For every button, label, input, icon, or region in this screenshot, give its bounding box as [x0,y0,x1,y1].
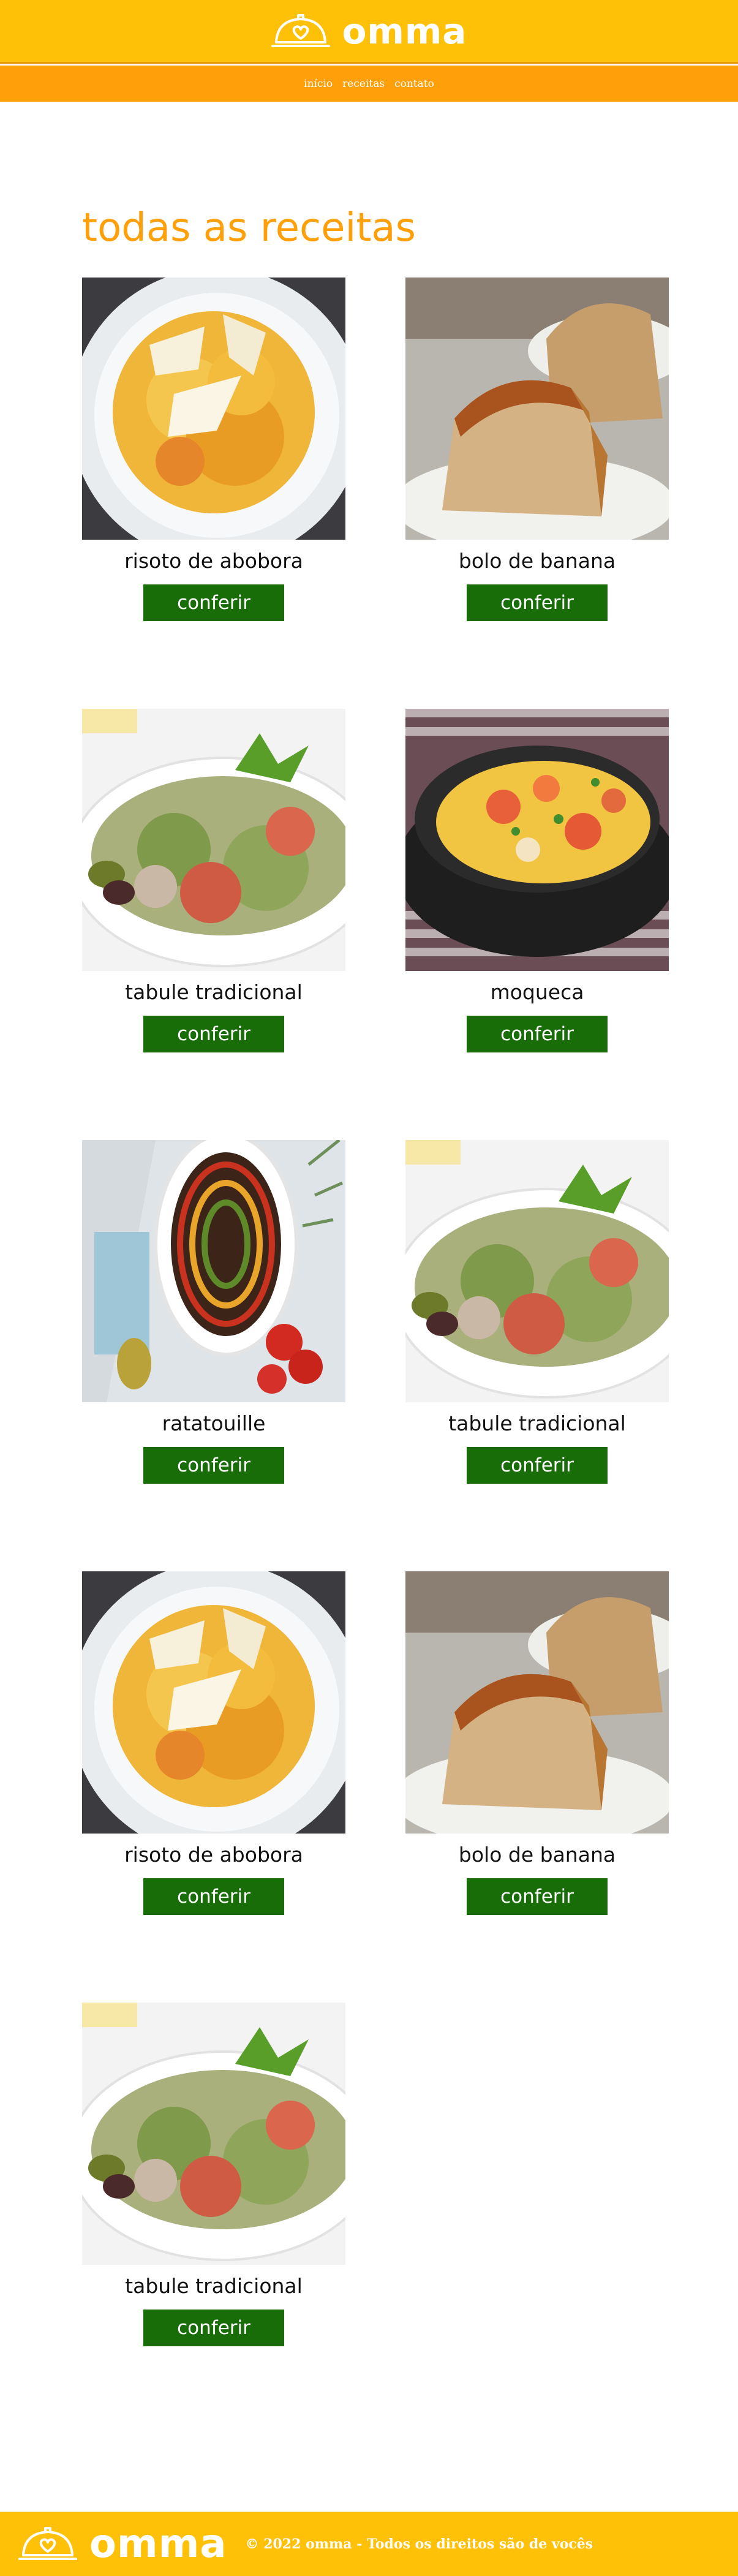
nav-link-contato[interactable]: contato [394,78,434,90]
conferir-button[interactable]: conferir [143,2310,284,2346]
conferir-button[interactable]: conferir [467,1447,608,1484]
recipe-name: tabule tradicional [125,980,303,1004]
conferir-button[interactable]: conferir [143,584,284,621]
copyright-text: © 2022 omma - Todos os direitos são de v… [245,2536,593,2552]
page-title: todas as receitas [82,205,416,251]
conferir-button[interactable]: conferir [143,1447,284,1484]
conferir-button[interactable]: conferir [467,1016,608,1052]
recipe-image-risotto [82,1571,345,1834]
recipe-image-risotto [82,278,345,540]
recipe-card: bolo de banana conferir [405,278,669,709]
site-header: omma [0,0,738,64]
recipe-image-tabbouleh [82,2003,345,2265]
recipe-image-tabbouleh [405,1140,669,1402]
recipe-name: risoto de abobora [124,1843,303,1867]
heart-cloche-icon [18,2526,77,2560]
recipe-card: tabule tradicional conferir [405,1140,669,1571]
recipe-card: tabule tradicional conferir [82,2003,345,2434]
recipe-card: moqueca conferir [405,709,669,1140]
recipe-name: tabule tradicional [448,1411,626,1435]
recipe-image-moqueca [405,709,669,971]
site-footer: omma © 2022 omma - Todos os direitos são… [0,2512,738,2576]
recipe-card: tabule tradicional conferir [82,709,345,1140]
recipe-grid: risoto de abobora conferir bolo de banan… [82,278,669,2434]
footer-brand-name: omma [89,2521,227,2567]
recipe-name: bolo de banana [458,549,616,573]
nav-link-inicio[interactable]: início [304,78,333,90]
recipe-image-ratatouille [82,1140,345,1402]
recipe-name: tabule tradicional [125,2274,303,2298]
nav-link-receitas[interactable]: receitas [342,78,385,90]
main-nav: início receitas contato [0,66,738,102]
conferir-button[interactable]: conferir [143,1878,284,1915]
conferir-button[interactable]: conferir [467,1878,608,1915]
conferir-button[interactable]: conferir [143,1016,284,1052]
recipe-card: ratatouille conferir [82,1140,345,1571]
recipe-card: bolo de banana conferir [405,1571,669,2003]
recipe-name: ratatouille [162,1411,266,1435]
recipe-image-tabbouleh [82,709,345,971]
recipe-image-banana-cake [405,1571,669,1834]
recipe-card: risoto de abobora conferir [82,1571,345,2003]
recipe-name: risoto de abobora [124,549,303,573]
heart-cloche-icon [271,13,330,47]
brand-logo[interactable]: omma [271,10,467,52]
brand-name: omma [342,10,467,52]
recipe-name: moqueca [490,980,584,1004]
recipe-name: bolo de banana [458,1843,616,1867]
conferir-button[interactable]: conferir [467,584,608,621]
recipe-card: risoto de abobora conferir [82,278,345,709]
recipe-image-banana-cake [405,278,669,540]
footer-logo[interactable]: omma [18,2521,227,2567]
